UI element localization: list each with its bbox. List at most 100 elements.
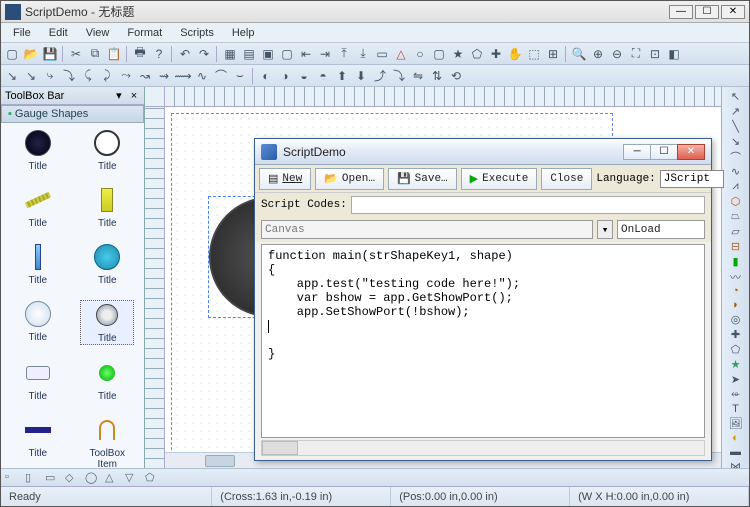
image-icon[interactable]: 🖼 [726,416,746,431]
pie-icon[interactable]: ◔ [726,284,746,298]
cb5-icon[interactable]: ◯ [85,471,101,485]
conn4-icon[interactable]: ⤵ [60,67,78,85]
para-icon[interactable]: ▱ [726,224,746,239]
order3-icon[interactable]: ⤴ [371,67,389,85]
button-icon[interactable]: ▬ [726,445,746,459]
conn6-icon[interactable]: ⤸ [98,67,116,85]
polygon-icon[interactable]: ⬠ [468,45,486,63]
toolbox-item[interactable]: Title [80,243,134,286]
snap-icon[interactable]: ▤ [240,45,258,63]
order2-icon[interactable]: ⬇ [352,67,370,85]
cb3-icon[interactable]: ▭ [45,471,61,485]
conn7-icon[interactable]: ⤳ [117,67,135,85]
conn5-icon[interactable]: ⤹ [79,67,97,85]
menu-help[interactable]: Help [224,25,263,41]
conn8-icon[interactable]: ↝ [136,67,154,85]
dialog-maximize-button[interactable]: ☐ [650,144,678,160]
conn10-icon[interactable]: ⟿ [174,67,192,85]
arc-icon[interactable]: ⌒ [726,149,746,164]
conn2-icon[interactable]: ↘ [22,67,40,85]
cb2-icon[interactable]: ▯ [25,471,41,485]
valve-icon[interactable]: ⋈ [726,459,746,468]
save-button[interactable]: 💾Save… [388,168,457,190]
bezier-icon[interactable]: 〰 [726,269,746,284]
cb7-icon[interactable]: ▽ [125,471,141,485]
line-icon[interactable]: ╲ [726,119,746,134]
align-bottom-icon[interactable]: ⤓ [354,45,372,63]
order1-icon[interactable]: ⬆ [333,67,351,85]
triangle-icon[interactable]: △ [392,45,410,63]
toolbox-item[interactable]: Title [80,129,134,172]
zoom-out-icon[interactable]: ⊖ [608,45,626,63]
cb6-icon[interactable]: △ [105,471,121,485]
pointer-icon[interactable]: ↖ [726,89,746,104]
trap-icon[interactable]: ⏢ [726,209,746,224]
event-input[interactable] [617,220,705,239]
arrow-icon[interactable]: ↘ [726,134,746,149]
align-top-icon[interactable]: ⤒ [335,45,353,63]
hex-icon[interactable]: ⬡ [726,194,746,209]
arrow-shape-icon[interactable]: ➤ [726,372,746,387]
dropdown-icon[interactable]: ▾ [597,220,613,239]
dialog-close-button[interactable]: ✕ [677,144,705,160]
toolbox-item[interactable]: ToolBox Item [80,416,134,468]
ellipse-icon[interactable]: ○ [411,45,429,63]
menu-format[interactable]: Format [119,25,170,41]
codes-input[interactable] [351,196,705,214]
cb8-icon[interactable]: ⬠ [145,471,161,485]
layer2-icon[interactable]: ◑ [276,67,294,85]
cb4-icon[interactable]: ◇ [65,471,81,485]
maximize-button[interactable]: ☐ [695,5,719,19]
pan-icon[interactable]: ✋ [506,45,524,63]
select-icon[interactable]: ⬚ [525,45,543,63]
script-editor[interactable]: function main(strShapeKey1, shape) { app… [261,244,705,438]
cb1-icon[interactable]: ▫ [5,471,21,485]
toolbox-item[interactable]: Title [11,243,65,286]
zoom-100-icon[interactable]: ⊡ [646,45,664,63]
redo-icon[interactable]: ↷ [195,45,213,63]
zoom-in-icon[interactable]: ⊕ [589,45,607,63]
light-icon[interactable]: ◐ [726,431,746,445]
paste-icon[interactable]: 📋 [105,45,123,63]
undo-icon[interactable]: ↶ [176,45,194,63]
zoom-sel-icon[interactable]: ◧ [665,45,683,63]
rotate-icon[interactable]: ⟲ [447,67,465,85]
zoom-fit-icon[interactable]: ⛶ [627,45,645,63]
menu-scripts[interactable]: Scripts [172,25,222,41]
toolbox-item[interactable]: Title [80,300,134,345]
editor-h-scrollbar[interactable] [261,440,705,456]
save-icon[interactable]: 💾 [41,45,59,63]
star-icon[interactable]: ★ [449,45,467,63]
rect-icon[interactable]: ▭ [373,45,391,63]
menu-view[interactable]: View [78,25,118,41]
node-edit-icon[interactable]: ↗ [726,104,746,119]
ungroup-icon[interactable]: ▢ [278,45,296,63]
toolbox-item[interactable]: Title [80,186,134,229]
minimize-button[interactable]: — [669,5,693,19]
close-script-button[interactable]: Close [541,168,592,190]
curve-icon[interactable]: ∿ [726,164,746,179]
text-icon[interactable]: T [726,402,746,416]
align-left-icon[interactable]: ⇤ [297,45,315,63]
toolbox-category[interactable]: ▪Gauge Shapes [1,105,144,123]
order4-icon[interactable]: ⤵ [390,67,408,85]
copy-icon[interactable]: ⧉ [86,45,104,63]
conn11-icon[interactable]: ∿ [193,67,211,85]
open-button[interactable]: 📂Open… [315,168,384,190]
open-icon[interactable]: 📂 [22,45,40,63]
toolbox-item[interactable]: Title [80,359,134,402]
ring-icon[interactable]: ◎ [726,312,746,327]
conn12-icon[interactable]: ⌒ [212,67,230,85]
toolbox-close-icon[interactable]: × [128,90,140,102]
layer4-icon[interactable]: ◓ [314,67,332,85]
flip-h-icon[interactable]: ⇋ [409,67,427,85]
new-button[interactable]: ▤New [259,168,311,190]
print-icon[interactable]: 🖶 [131,45,149,63]
execute-button[interactable]: ▶Execute [461,168,538,190]
dialog-minimize-button[interactable]: ─ [623,144,651,160]
cut-icon[interactable]: ✂ [67,45,85,63]
layer3-icon[interactable]: ◒ [295,67,313,85]
toolbox-item[interactable]: Title [11,359,65,402]
plus-icon[interactable]: ✚ [726,327,746,342]
conn13-icon[interactable]: ⌣ [231,67,249,85]
